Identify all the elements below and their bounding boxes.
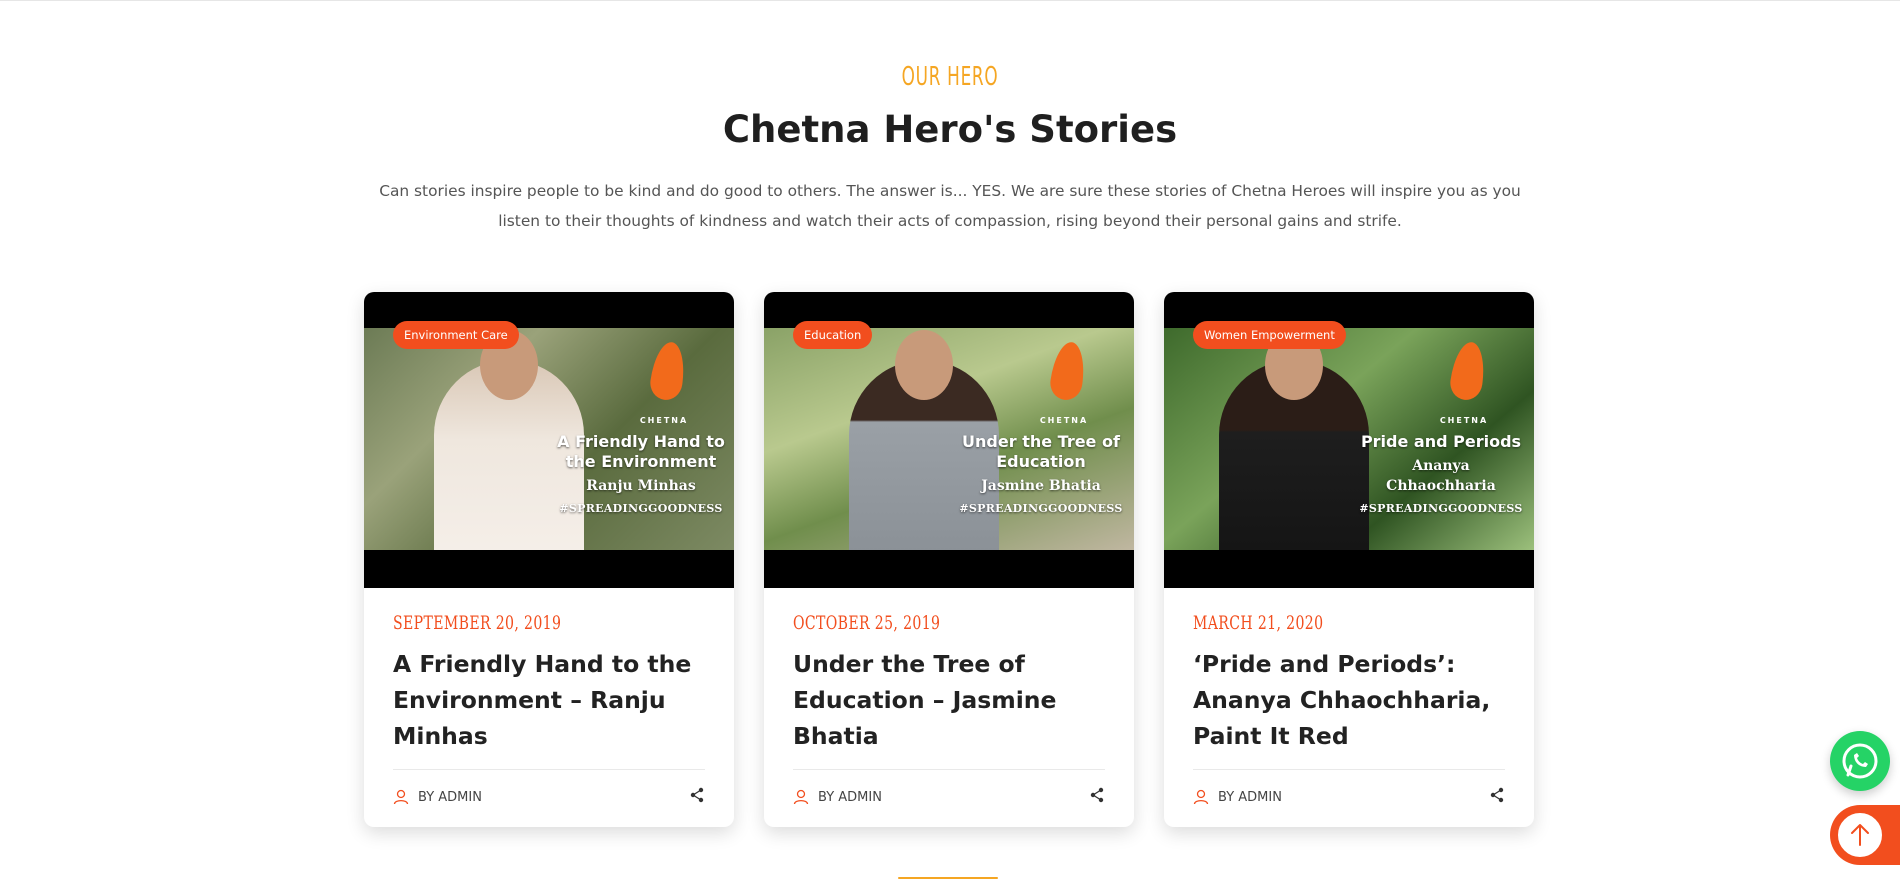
video-overlay-text: Under the Tree of Education Jasmine Bhat… [956,432,1126,515]
arrow-up-icon [1851,824,1869,846]
video-brand: CHETNA [1439,416,1489,425]
category-badge[interactable]: Environment Care [393,321,519,349]
post-title[interactable]: Under the Tree of Education – Jasmine Bh… [793,646,1105,754]
post-date[interactable]: MARCH 21, 2020 [1193,612,1323,634]
story-card[interactable]: CHETNA Pride and Periods Ananya Chhaochh… [1164,292,1534,827]
video-person [1219,330,1369,550]
post-title[interactable]: A Friendly Hand to the Environment – Ran… [393,646,705,754]
card-divider [393,769,705,770]
video-frame[interactable]: CHETNA Pride and Periods Ananya Chhaochh… [1164,328,1534,550]
author-label: BY ADMIN [818,789,882,805]
video-thumbnail[interactable]: CHETNA Under the Tree of Education Jasmi… [764,292,1134,588]
whatsapp-icon [1842,743,1878,779]
whatsapp-button[interactable] [1830,731,1890,791]
story-card[interactable]: CHETNA A Friendly Hand to the Environmen… [364,292,734,827]
share-icon[interactable] [1489,787,1505,803]
story-cards: CHETNA A Friendly Hand to the Environmen… [364,292,1534,827]
scroll-top-button[interactable] [1830,805,1900,865]
category-badge[interactable]: Women Empowerment [1193,321,1346,349]
post-author[interactable]: BY ADMIN [393,787,482,807]
post-date[interactable]: SEPTEMBER 20, 2019 [393,612,561,634]
video-brand: CHETNA [639,416,689,425]
video-frame[interactable]: CHETNA Under the Tree of Education Jasmi… [764,328,1134,550]
video-brand: CHETNA [1039,416,1089,425]
video-overlay-tag: #SPREADINGGOODNESS [959,502,1123,515]
section-title: Chetna Hero's Stories [722,108,1178,151]
author-label: BY ADMIN [1218,789,1282,805]
video-thumbnail[interactable]: CHETNA A Friendly Hand to the Environmen… [364,292,734,588]
card-divider [793,769,1105,770]
post-author[interactable]: BY ADMIN [793,787,882,807]
section-intro: Can stories inspire people to be kind an… [379,182,1521,230]
video-overlay-tag: #SPREADINGGOODNESS [1359,502,1523,515]
category-badge[interactable]: Education [793,321,873,349]
card-divider [1193,769,1505,770]
video-thumbnail[interactable]: CHETNA Pride and Periods Ananya Chhaochh… [1164,292,1534,588]
video-overlay-title: A Friendly Hand to the Environment [557,432,725,471]
story-card[interactable]: CHETNA Under the Tree of Education Jasmi… [764,292,1134,827]
card-body: SEPTEMBER 20, 2019 A Friendly Hand to th… [393,588,705,827]
card-body: MARCH 21, 2020 ‘Pride and Periods’: Anan… [1193,588,1505,827]
video-overlay-name: Ananya Chhaochharia [1386,458,1496,494]
video-overlay-name: Ranju Minhas [586,478,696,494]
video-frame[interactable]: CHETNA A Friendly Hand to the Environmen… [364,328,734,550]
video-overlay-name: Jasmine Bhatia [981,478,1101,494]
post-date[interactable]: OCTOBER 25, 2019 [793,612,940,634]
section-eyebrow: OUR HERO [901,62,999,92]
video-overlay-text: Pride and Periods Ananya Chhaochharia #S… [1356,432,1526,515]
video-overlay-title: Pride and Periods [1360,432,1522,451]
share-icon[interactable] [689,787,705,803]
user-icon [793,789,809,805]
user-icon [1193,789,1209,805]
user-icon [393,789,409,805]
hero-stories-section: OUR HERO Chetna Hero's Stories Can stori… [0,0,1900,879]
author-label: BY ADMIN [418,789,482,805]
scroll-top-circle [1836,811,1884,859]
video-overlay-tag: #SPREADINGGOODNESS [559,502,723,515]
share-icon[interactable] [1089,787,1105,803]
card-body: OCTOBER 25, 2019 Under the Tree of Educa… [793,588,1105,827]
video-overlay-title: Under the Tree of Education [962,432,1120,471]
post-title[interactable]: ‘Pride and Periods’: Ananya Chhaochharia… [1193,646,1505,754]
video-overlay-text: A Friendly Hand to the Environment Ranju… [556,432,726,515]
post-author[interactable]: BY ADMIN [1193,787,1282,807]
